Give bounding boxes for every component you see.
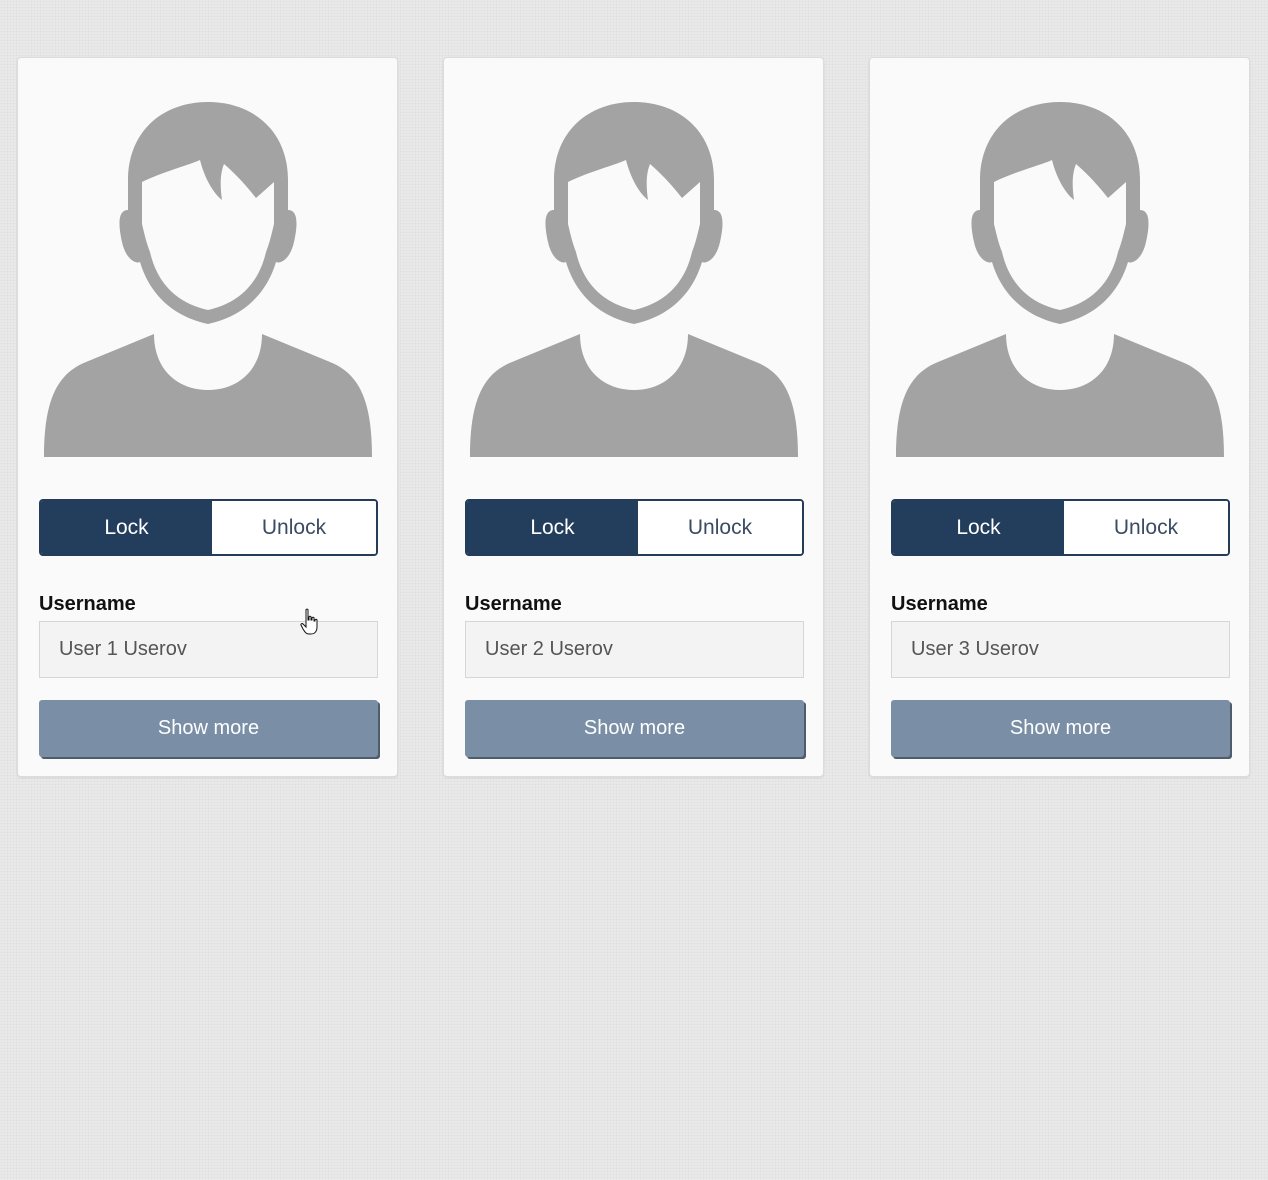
lock-toggle: Lock Unlock xyxy=(39,499,378,556)
unlock-option[interactable]: Unlock xyxy=(1064,501,1228,554)
username-label: Username xyxy=(891,593,988,615)
show-more-button[interactable]: Show more xyxy=(891,700,1230,757)
username-input[interactable] xyxy=(891,621,1230,678)
hand-pointer-icon xyxy=(300,608,320,636)
username-input[interactable] xyxy=(465,621,804,678)
unlock-option[interactable]: Unlock xyxy=(212,501,376,554)
lock-toggle: Lock Unlock xyxy=(465,499,804,556)
lock-option[interactable]: Lock xyxy=(41,501,212,554)
user-avatar-icon xyxy=(468,102,800,457)
lock-option[interactable]: Lock xyxy=(893,501,1064,554)
user-card-2: Lock Unlock Username Show more xyxy=(443,57,824,777)
username-label: Username xyxy=(465,593,562,615)
lock-option[interactable]: Lock xyxy=(467,501,638,554)
username-label: Username xyxy=(39,593,136,615)
user-card-1: Lock Unlock Username Show more xyxy=(17,57,398,777)
user-avatar-icon xyxy=(42,102,374,457)
username-input[interactable] xyxy=(39,621,378,678)
lock-toggle: Lock Unlock xyxy=(891,499,1230,556)
user-avatar-icon xyxy=(894,102,1226,457)
user-card-3: Lock Unlock Username Show more xyxy=(869,57,1250,777)
show-more-button[interactable]: Show more xyxy=(465,700,804,757)
unlock-option[interactable]: Unlock xyxy=(638,501,802,554)
show-more-button[interactable]: Show more xyxy=(39,700,378,757)
